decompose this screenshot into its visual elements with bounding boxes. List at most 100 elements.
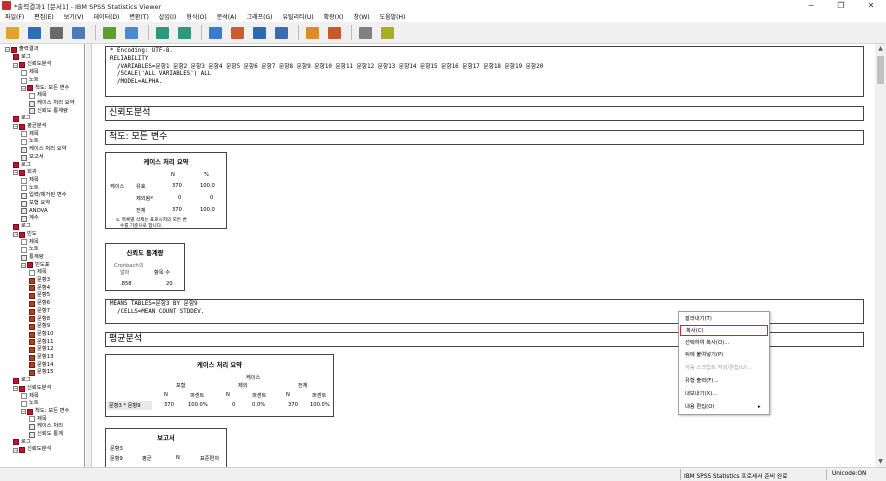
outline-item[interactable]: 보고서 — [21, 154, 44, 162]
outline-item[interactable]: 제목 — [21, 239, 39, 247]
outline-item[interactable]: 로그 — [13, 115, 31, 123]
menu-12[interactable]: 도움말(H) — [375, 12, 411, 21]
outline-item[interactable]: 케이스 처리 — [29, 423, 63, 431]
undo-icon[interactable] — [153, 25, 171, 41]
menu-11[interactable]: 창(W) — [348, 12, 374, 21]
collapse-toggle-icon[interactable]: − — [13, 124, 18, 130]
variables-icon[interactable] — [272, 25, 290, 41]
outline-item[interactable]: 모형 요약 — [21, 200, 50, 208]
means-case-processing-table[interactable]: 케이스 처리 요약 케이스 포함 제외 전체 N 퍼센트 N 퍼센트 N 퍼센트… — [105, 354, 334, 417]
menu-item-export[interactable]: 내보내기(X)... — [680, 389, 768, 400]
redo-icon[interactable] — [175, 25, 193, 41]
outline-item[interactable]: 케이스 처리 요약 — [21, 146, 66, 154]
designate-window-icon[interactable] — [356, 25, 374, 41]
menu-0[interactable]: 파일(F) — [0, 12, 29, 21]
outline-item[interactable]: 신뢰도 통계량 — [29, 108, 68, 116]
outline-item[interactable]: 문항9 — [29, 323, 50, 331]
menu-10[interactable]: 확장(X) — [319, 12, 349, 21]
run-script-icon[interactable] — [378, 25, 396, 41]
outline-item[interactable]: 노트 — [21, 246, 39, 254]
menu-item-paste-after[interactable]: 뒤에 붙여넣기(P) — [680, 350, 768, 361]
outline-item[interactable]: 문항3 — [29, 277, 50, 285]
outline-item[interactable]: − 평균분석 — [13, 123, 47, 131]
outline-item[interactable]: 문항15 — [29, 369, 54, 377]
export-icon[interactable] — [100, 25, 118, 41]
outline-item[interactable]: − 빈도 — [13, 231, 37, 239]
collapse-toggle-icon[interactable]: − — [5, 47, 10, 53]
pane-splitter[interactable] — [86, 44, 92, 467]
outline-item[interactable]: 통계량 — [21, 254, 44, 262]
collapse-toggle-icon[interactable]: − — [13, 170, 18, 176]
outline-navigator[interactable]: − 출력결과 로그 − 신뢰도분석 제목 노트 − 척도: 모든 변수 제목 케이스 처리 요약 신뢰… — [3, 44, 85, 467]
heading-scale-all[interactable]: 척도: 모든 변수 — [105, 130, 864, 145]
outline-item[interactable]: 입력/제거된 변수 — [21, 192, 67, 200]
outline-item[interactable]: 케이스 처리 요약 — [29, 100, 74, 108]
outline-item[interactable]: 문항10 — [29, 331, 54, 339]
outline-item[interactable]: 로그 — [13, 377, 31, 385]
outline-item[interactable]: 신뢰도 통계 — [29, 431, 63, 439]
collapse-toggle-icon[interactable]: − — [21, 409, 26, 415]
menu-8[interactable]: 그래프(G) — [242, 12, 278, 21]
collapse-toggle-icon[interactable]: − — [13, 447, 18, 453]
collapse-toggle-icon[interactable]: − — [13, 62, 18, 68]
vertical-scrollbar[interactable]: ▲ ▼ — [875, 44, 886, 467]
menu-1[interactable]: 편집(E) — [29, 12, 59, 21]
menu-6[interactable]: 형식(O) — [181, 12, 211, 21]
outline-item[interactable]: 제목 — [29, 92, 47, 100]
outline-item[interactable]: 문항8 — [29, 316, 50, 324]
outline-item[interactable]: 제목 — [21, 393, 39, 401]
menu-item-output-type[interactable]: 유형 출력(F)... — [680, 376, 768, 387]
menu-7[interactable]: 분석(A) — [212, 12, 242, 21]
minimize-button[interactable]: ─ — [796, 0, 826, 11]
collapse-toggle-icon[interactable]: − — [21, 85, 26, 91]
outline-item[interactable]: − 회귀 — [13, 169, 37, 177]
menu-item-cut[interactable]: 잘라내기(T) — [680, 314, 768, 325]
menu-3[interactable]: 데이터(D) — [89, 12, 125, 21]
outline-item[interactable]: 문항13 — [29, 354, 54, 362]
outline-item[interactable]: 로그 — [13, 223, 31, 231]
menu-2[interactable]: 보기(V) — [59, 12, 89, 21]
goto-data-icon[interactable] — [206, 25, 224, 41]
close-button[interactable]: ✕ — [856, 0, 886, 11]
scroll-down-arrow-icon[interactable]: ▼ — [875, 457, 886, 467]
case-processing-table[interactable]: 케이스 처리 요약 N % 케이스 유효 370 100.0 제외됨ª 0 0 … — [105, 152, 227, 229]
outline-item[interactable]: 제목 — [29, 269, 47, 277]
open-icon[interactable] — [3, 25, 21, 41]
collapse-toggle-icon[interactable]: − — [21, 262, 26, 268]
menu-item-copy[interactable]: 복사(C) — [680, 325, 768, 336]
goto-variable-icon[interactable] — [250, 25, 268, 41]
report-table[interactable]: 보고서 문항3 문항9 평균 N 표준편차 — [105, 428, 227, 467]
outline-item[interactable]: 문항6 — [29, 300, 50, 308]
outline-item[interactable]: 제목 — [21, 69, 39, 77]
outline-item[interactable]: 노트 — [21, 400, 39, 408]
syntax-block-reliability[interactable]: * Encoding: UTF-8. RELIABILITY /VARIABLE… — [105, 46, 864, 97]
collapse-toggle-icon[interactable]: − — [13, 386, 18, 392]
menu-5[interactable]: 삽입(I) — [154, 12, 182, 21]
insert-output-icon[interactable] — [325, 25, 343, 41]
outline-item[interactable]: 계수 — [21, 215, 39, 223]
menu-4[interactable]: 변환(T) — [124, 12, 153, 21]
scroll-thumb[interactable] — [877, 56, 884, 84]
menu-9[interactable]: 유틸리티(U) — [277, 12, 318, 21]
outline-item[interactable]: − 출력결과 — [5, 46, 39, 54]
maximize-button[interactable]: ❐ — [826, 0, 856, 11]
create-title-icon[interactable] — [303, 25, 321, 41]
print-preview-icon[interactable] — [69, 25, 87, 41]
outline-item[interactable]: 노트 — [21, 138, 39, 146]
collapse-toggle-icon[interactable]: − — [13, 232, 18, 238]
outline-item[interactable]: − 신뢰도분석 — [13, 446, 51, 454]
outline-item[interactable]: 문항7 — [29, 308, 50, 316]
outline-item[interactable]: 문항12 — [29, 346, 54, 354]
outline-item[interactable]: − 신뢰도분석 — [13, 61, 51, 69]
outline-item[interactable]: − 척도: 모든 변수 — [21, 408, 69, 416]
outline-item[interactable]: 노트 — [21, 77, 39, 85]
outline-item[interactable]: − 척도: 모든 변수 — [21, 85, 69, 93]
outline-item[interactable]: 제목 — [21, 177, 39, 185]
reliability-stats-table[interactable]: 신뢰도 통계량 Cronbach의 알파 항목 수 .858 20 — [105, 243, 185, 291]
outline-item[interactable]: 로그 — [13, 162, 31, 170]
print-icon[interactable] — [47, 25, 65, 41]
menu-item-edit-content[interactable]: 내용 편집(O) ▸ — [680, 402, 768, 413]
scroll-up-arrow-icon[interactable]: ▲ — [875, 44, 886, 54]
menu-item-copy-special[interactable]: 선택하여 복사(O)... — [680, 338, 768, 349]
heading-reliability[interactable]: 신뢰도분석 — [105, 106, 864, 121]
